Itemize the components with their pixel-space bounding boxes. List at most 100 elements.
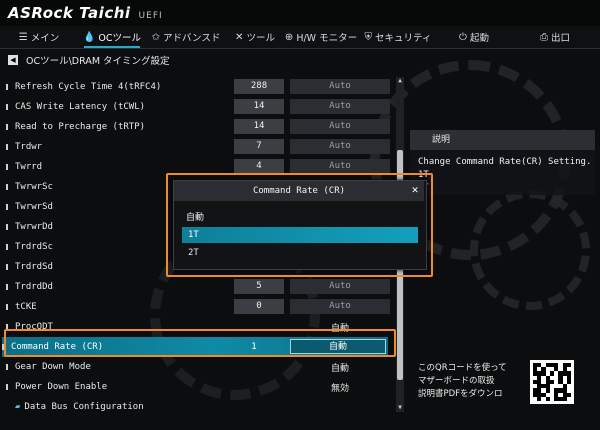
setting-label: Refresh Cycle Time 4(tRFC4) <box>15 82 162 92</box>
tab-label: アドバンスド <box>163 33 221 44</box>
brand-name: ASRock Taichi <box>8 4 131 22</box>
tab-1[interactable]: 💧 OCツール <box>78 26 146 48</box>
setting-row[interactable]: Trdwr 7 Auto <box>6 137 406 157</box>
exit-icon: ⎙ <box>539 31 548 43</box>
setting-value: 14 <box>234 99 284 114</box>
setting-label: TrdrdSd <box>15 262 53 272</box>
setting-option[interactable]: 自動 <box>290 361 390 374</box>
tab-label: 出口 <box>550 33 570 44</box>
setting-label: tCKE <box>15 302 37 312</box>
setting-value: 5 <box>234 279 284 294</box>
row-bullet <box>6 304 8 310</box>
setting-value: 14 <box>234 119 284 134</box>
row-bullet <box>6 164 8 170</box>
tab-label: OCツール <box>98 33 142 44</box>
setting-row[interactable]: Gear Down Mode 自動 <box>6 357 406 377</box>
folder-label: Data Bus Configuration <box>24 402 144 412</box>
tab-3[interactable]: ✕ ツール <box>226 26 284 48</box>
tab-2[interactable]: ✩ アドバンスド <box>146 26 226 48</box>
setting-row[interactable]: CAS Write Latency (tCWL) 14 Auto <box>6 97 406 117</box>
setting-label: CAS Write Latency (tCWL) <box>15 102 146 112</box>
setting-row[interactable]: Power Down Enable 無効 <box>6 377 406 397</box>
tab-label: セキュリティ <box>375 33 432 44</box>
setting-row[interactable]: Read to Precharge (tRTP) 14 Auto <box>6 117 406 137</box>
setting-label: TwrwrDd <box>15 222 53 232</box>
menu-icon: ☰ <box>18 31 28 43</box>
tab-label: H/W モニター <box>296 33 358 44</box>
description-text: Change Command Rate(CR) Setting. <box>418 157 592 167</box>
row-bullet <box>6 264 8 270</box>
setting-option[interactable]: Auto <box>290 99 390 114</box>
row-bullet <box>6 84 8 90</box>
tab-4[interactable]: ⊕ H/W モニター <box>284 26 358 48</box>
setting-value: 288 <box>234 79 284 94</box>
qr-code-icon <box>530 360 574 404</box>
setting-value: 4 <box>234 159 284 174</box>
setting-option[interactable]: Auto <box>290 279 390 294</box>
tab-5[interactable]: ⛨ セキュリティ <box>358 26 438 48</box>
row-bullet <box>6 224 8 230</box>
setting-label: ▰ Data Bus Configuration <box>15 402 144 412</box>
setting-value: 0 <box>234 299 284 314</box>
setting-label: Power Down Enable <box>15 382 108 392</box>
description-panel: 説明 Change Command Rate(CR) Setting. 1T 2… <box>410 130 595 195</box>
scroll-up-icon[interactable]: ▲ <box>396 77 404 85</box>
setting-option[interactable]: Auto <box>290 119 390 134</box>
setting-label: Read to Precharge (tRTP) <box>15 122 146 132</box>
top-nav: ☰ メイン 💧 OCツール ✩ アドバンスド ✕ ツール ⊕ H/W モニター ⛨ セキュリティ ⏻ 起動… <box>0 26 600 49</box>
tab-6[interactable]: ⏻ 起動 <box>438 26 510 48</box>
tab-7[interactable]: ⎙ 出口 <box>510 26 600 48</box>
setting-label: TwrwrSd <box>15 202 53 212</box>
qr-caption: このQRコードを使って マザーボードの取扱 説明書PDFをダウンロ <box>418 362 526 401</box>
tab-label: ツール <box>246 33 275 44</box>
shield-icon: ⛨ <box>364 31 373 43</box>
setting-row[interactable]: tCKE 0 Auto <box>6 297 406 317</box>
monitor-icon: ⊕ <box>284 31 294 43</box>
selected-row-highlight-frame <box>4 329 396 357</box>
star-icon: ✩ <box>151 31 161 43</box>
row-bullet <box>6 204 8 210</box>
setting-option[interactable]: Auto <box>290 79 390 94</box>
tool-icon: ✕ <box>235 31 244 43</box>
drop-icon: 💧 <box>82 31 96 43</box>
back-arrow-icon[interactable]: ◀ <box>8 55 18 65</box>
tab-0[interactable]: ☰ メイン <box>0 26 78 48</box>
qr-caption-line: このQRコードを使って <box>418 363 507 373</box>
tab-label: メイン <box>30 33 60 44</box>
setting-option[interactable]: Auto <box>290 299 390 314</box>
breadcrumb-path: OCツール\DRAM タイミング設定 <box>26 56 170 67</box>
setting-label: Twrrd <box>15 162 43 172</box>
setting-row[interactable]: Refresh Cycle Time 4(tRFC4) 288 Auto <box>6 77 406 97</box>
folder-icon: ▰ <box>15 402 21 412</box>
description-title: 説明 <box>410 130 595 150</box>
uefi-label: UEFI <box>138 11 163 21</box>
setting-option[interactable]: 無効 <box>290 381 390 394</box>
brand-logo: ASRock Taichi UEFI <box>8 4 163 22</box>
setting-row[interactable]: ▰ Data Bus Configuration <box>6 397 406 417</box>
row-bullet <box>6 364 8 370</box>
setting-label: TrdrdSc <box>15 242 53 252</box>
scroll-down-icon[interactable]: ▼ <box>396 404 404 412</box>
setting-row[interactable]: TrdrdDd 5 Auto <box>6 277 406 297</box>
row-bullet <box>6 144 8 150</box>
setting-option[interactable]: Auto <box>290 159 390 174</box>
dialog-highlight-frame <box>166 173 433 277</box>
row-bullet <box>6 124 8 130</box>
setting-label: Trdwr <box>15 142 43 152</box>
setting-label: Gear Down Mode <box>15 362 91 372</box>
row-bullet <box>6 184 8 190</box>
setting-label: TwrwrSc <box>15 182 53 192</box>
power-icon: ⏻ <box>459 31 467 43</box>
header-bar: ASRock Taichi UEFI <box>0 0 600 27</box>
gear-decoration-icon <box>470 190 590 310</box>
setting-value: 7 <box>234 139 284 154</box>
setting-option[interactable]: Auto <box>290 139 390 154</box>
breadcrumb: ◀ OCツール\DRAM タイミング設定 <box>8 53 170 67</box>
setting-label: TrdrdDd <box>15 282 53 292</box>
row-bullet <box>6 244 8 250</box>
row-bullet <box>6 104 8 110</box>
row-bullet <box>6 384 8 390</box>
tab-label: 起動 <box>469 33 489 44</box>
qr-caption-line: マザーボードの取扱 <box>418 376 495 386</box>
qr-caption-line: 説明書PDFをダウンロ <box>418 389 503 399</box>
